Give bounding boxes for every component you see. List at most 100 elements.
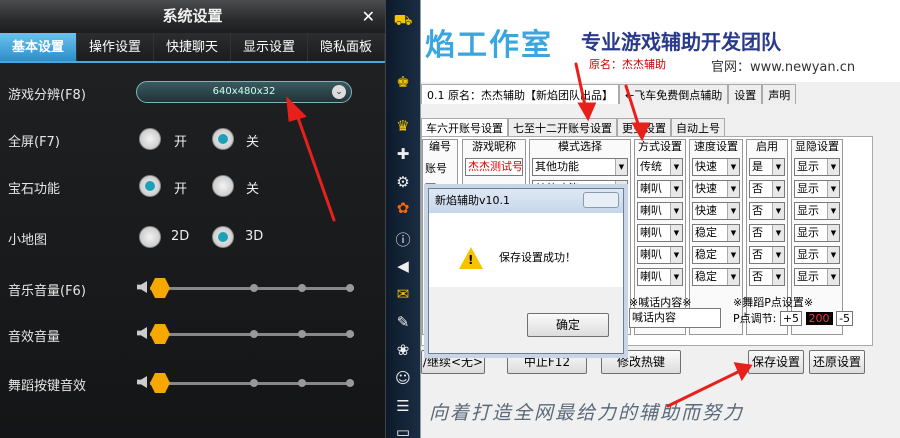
chevron-down-icon: ▼ — [827, 225, 839, 241]
emoji-icon[interactable]: ☺ — [393, 368, 413, 388]
megaphone-icon[interactable]: ◀ — [393, 256, 413, 276]
visibility-select[interactable]: 显示 ▼ — [794, 224, 840, 242]
music-volume-row: 音乐音量(F6) — [0, 274, 386, 304]
save-settings-button[interactable]: 保存设置 — [748, 350, 804, 374]
p-point-title: ※舞蹈P点设置※ — [733, 296, 814, 309]
shout-input[interactable]: 喊话内容 — [629, 308, 721, 328]
wrench-icon[interactable]: ✎ — [393, 312, 413, 332]
fullscreen-on-radio[interactable] — [139, 128, 161, 150]
speed-select[interactable]: 稳定 ▼ — [692, 268, 740, 286]
p-point-controls: P点调节: +5 200 -5 — [733, 310, 854, 326]
column-header: 编号 — [429, 140, 451, 153]
info-icon[interactable]: ⓘ — [393, 230, 413, 250]
method-select[interactable]: 喇叭 ▼ — [637, 202, 683, 220]
tab-accounts-1-6[interactable]: 车六开账号设置 — [421, 118, 508, 136]
tab-more-settings[interactable]: 更多设置 — [617, 118, 671, 136]
visibility-select[interactable]: 显示 ▼ — [794, 246, 840, 264]
enable-select[interactable]: 是 ▼ — [749, 158, 785, 176]
visibility-select[interactable]: 显示 ▼ — [794, 158, 840, 176]
mail-icon[interactable]: ✉ — [393, 284, 413, 304]
speed-select[interactable]: 快速 ▼ — [692, 180, 740, 198]
visibility-value: 显示 — [797, 248, 819, 261]
mode-select[interactable]: 其他功能 ▼ — [532, 158, 628, 176]
chevron-down-icon: ▼ — [772, 159, 784, 175]
chevron-down-icon: ▼ — [772, 225, 784, 241]
p-point-minus-button[interactable]: -5 — [836, 311, 854, 326]
method-value: 传统 — [640, 160, 662, 173]
tab-settings[interactable]: 设置 — [728, 84, 763, 104]
close-icon[interactable]: ✕ — [362, 0, 375, 33]
restore-settings-button[interactable]: 还原设置 — [809, 350, 865, 374]
crown-icon[interactable]: ♛ — [393, 116, 413, 136]
notification-icon[interactable]: ✿ — [393, 198, 413, 218]
enable-select[interactable]: 否 ▼ — [749, 246, 785, 264]
notes-icon[interactable]: ☰ — [393, 396, 413, 416]
nickname-field[interactable]: 杰杰测试号码丶 — [465, 158, 523, 176]
tab-accounts-7-12[interactable]: 七至十二开账号设置 — [508, 118, 617, 136]
visibility-select[interactable]: 显示 ▼ — [794, 180, 840, 198]
minimap-3d-radio[interactable] — [212, 226, 234, 248]
method-select[interactable]: 喇叭 ▼ — [637, 180, 683, 198]
minimap-2d-label: 2D — [171, 229, 190, 244]
gamepad-icon[interactable]: ✚ — [393, 144, 413, 164]
speed-select[interactable]: 快速 ▼ — [692, 202, 740, 220]
slider-tick — [250, 330, 258, 338]
visibility-value: 显示 — [797, 204, 819, 217]
tab-basic[interactable]: 基本设置 — [0, 33, 77, 61]
speed-select[interactable]: 稳定 ▼ — [692, 224, 740, 242]
fullscreen-off-radio[interactable] — [212, 128, 234, 150]
chevron-down-icon: ▼ — [827, 181, 839, 197]
method-select[interactable]: 喇叭 ▼ — [637, 246, 683, 264]
visibility-select[interactable]: 显示 ▼ — [794, 268, 840, 286]
tab-kart-helper[interactable]: ←飞车免费倒点辅助 — [619, 84, 729, 104]
tab-main[interactable]: 0.1 原名：杰杰辅助【新焰团队出品】 — [421, 84, 619, 104]
gear-icon[interactable]: ⚙ — [393, 172, 413, 192]
enable-select[interactable]: 否 ▼ — [749, 180, 785, 198]
gem-on-radio[interactable] — [139, 175, 161, 197]
fullscreen-on-label: 开 — [174, 135, 188, 150]
enable-value: 否 — [752, 226, 763, 239]
column-header: 速度设置 — [694, 140, 738, 153]
gem-row: 宝石功能 开 关 — [0, 172, 386, 202]
tab-display[interactable]: 显示设置 — [231, 33, 308, 61]
dialog-ok-button[interactable]: 确定 — [527, 313, 609, 337]
tab-auto-login[interactable]: 自动上号 — [671, 118, 725, 136]
side-icon-strip: ⛟ ♚ ♛ ✚ ⚙ ✿ ⓘ ◀ ✉ ✎ ❀ ☺ ☰ ▭ — [386, 0, 420, 438]
dialog-close-button[interactable] — [583, 192, 619, 208]
banner-title: 焰工作室 — [425, 28, 553, 63]
visibility-select[interactable]: 显示 ▼ — [794, 202, 840, 220]
shirt-icon[interactable]: ♚ — [393, 72, 413, 92]
dance-key-sound-thumb[interactable] — [150, 373, 170, 393]
method-select[interactable]: 喇叭 ▼ — [637, 268, 683, 286]
chevron-down-icon: ▼ — [670, 181, 682, 197]
tab-privacy[interactable]: 隐私面板 — [308, 33, 385, 61]
method-select[interactable]: 喇叭 ▼ — [637, 224, 683, 242]
tab-statement[interactable]: 声明 — [762, 84, 797, 104]
chat-icon[interactable]: ▭ — [393, 422, 413, 438]
column-header: 显隐设置 — [795, 140, 839, 153]
speed-select[interactable]: 稳定 ▼ — [692, 246, 740, 264]
gem-off-radio[interactable] — [212, 175, 234, 197]
minimap-2d-radio[interactable] — [139, 226, 161, 248]
tab-quick-chat[interactable]: 快捷聊天 — [154, 33, 231, 61]
chevron-down-icon: ▼ — [670, 225, 682, 241]
chevron-down-icon: ▼ — [772, 247, 784, 263]
slider-tick — [346, 379, 354, 387]
sfx-volume-thumb[interactable] — [150, 324, 170, 344]
p-point-plus-button[interactable]: +5 — [779, 311, 803, 326]
enable-select[interactable]: 否 ▼ — [749, 268, 785, 286]
resolution-select[interactable]: 640x480x32 ⌄ — [136, 81, 352, 103]
enable-select[interactable]: 否 ▼ — [749, 202, 785, 220]
enable-value: 否 — [752, 248, 763, 261]
tab-controls[interactable]: 操作设置 — [77, 33, 154, 61]
enable-select[interactable]: 否 ▼ — [749, 224, 785, 242]
group-icon[interactable]: ❀ — [393, 340, 413, 360]
speed-select[interactable]: 快速 ▼ — [692, 158, 740, 176]
cart-icon[interactable]: ⛟ — [393, 10, 413, 30]
banner-website: 官网：www.newyan.cn — [711, 60, 856, 75]
method-select[interactable]: 传统 ▼ — [637, 158, 683, 176]
method-value: 喇叭 — [640, 226, 662, 239]
gem-label: 宝石功能 — [8, 182, 61, 197]
music-volume-thumb[interactable] — [150, 278, 170, 298]
p-point-value: 200 — [805, 312, 833, 325]
